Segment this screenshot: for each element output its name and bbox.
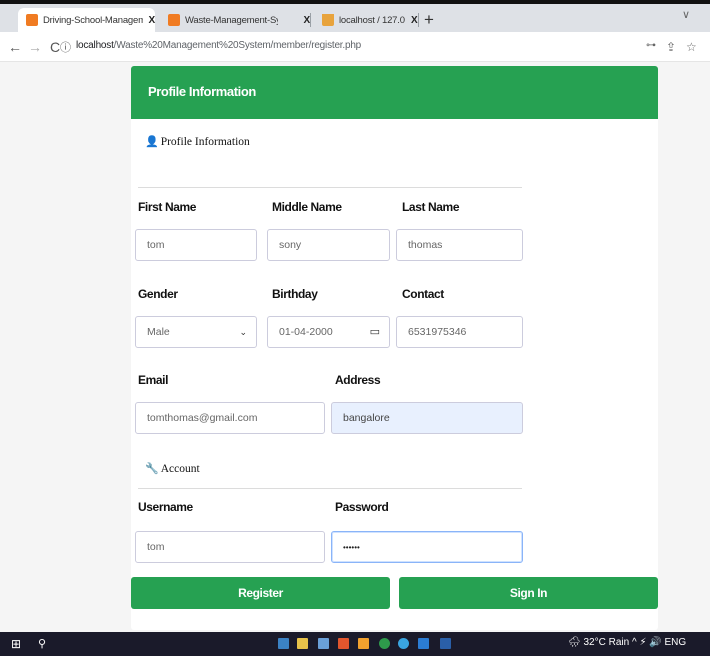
username-label: Username [138, 500, 193, 514]
last-name-value: thomas [408, 239, 443, 251]
address-toolbar: ← → C ⓘ localhost/Waste%20Management%20S… [0, 32, 710, 62]
wrench-icon: 🔧 [145, 463, 159, 475]
birthday-value: 01-04-2000 [279, 326, 333, 338]
last-name-label: Last Name [402, 200, 460, 214]
chrome-icon[interactable] [379, 638, 390, 649]
email-value: tomthomas@gmail.com [147, 412, 258, 424]
windows-start-icon[interactable]: ⊞ [11, 637, 21, 651]
account-section-label: Account [160, 462, 200, 475]
url-path: /Waste%20Management%20System/member/regi… [113, 40, 362, 51]
browser-tab-phpmyadmin[interactable]: localhost / 127.0.0.1 / waste_ma X [314, 8, 419, 32]
tab-title: localhost / 127.0.0.1 / waste_ma [339, 14, 405, 26]
bookmark-star-icon[interactable]: ☆ [686, 40, 697, 54]
gender-label: Gender [138, 287, 178, 301]
first-name-value: tom [147, 239, 165, 251]
url-field[interactable]: localhost/Waste%20Management%20System/me… [76, 40, 361, 51]
back-arrow-icon[interactable]: ← [8, 39, 22, 55]
account-divider [138, 488, 522, 489]
first-name-label: First Name [138, 200, 197, 214]
browser-tab-strip: Driving-School-Management-Sy X Waste-Man… [0, 0, 710, 32]
birthday-date-input[interactable]: 01-04-2000 ▭ [267, 316, 390, 348]
contact-value: 6531975346 [408, 326, 467, 338]
tab-favicon-icon [168, 14, 180, 26]
weather-icon[interactable]: 🌧 [568, 637, 581, 648]
middle-name-label: Middle Name [272, 200, 342, 214]
taskbar-app-icon[interactable] [358, 638, 369, 649]
contact-input[interactable]: 6531975346 [396, 316, 523, 348]
email-label: Email [138, 373, 169, 387]
word-icon[interactable] [440, 638, 451, 649]
taskbar-app-icon[interactable] [318, 638, 329, 649]
browser-tab-waste-management[interactable]: Waste-Management-System X [160, 8, 311, 32]
first-name-input[interactable]: tom [135, 229, 257, 261]
windows-taskbar: ⊞ ⚲ 🌧 32°C Rain ^ ⚡ 🔊 ENG [0, 632, 710, 656]
forward-arrow-icon[interactable]: → [28, 39, 42, 55]
card-header-title: Profile Information [148, 84, 256, 99]
address-value: bangalore [343, 412, 390, 424]
gender-select[interactable]: Male ⌄ [135, 316, 257, 348]
middle-name-value: sony [279, 239, 302, 251]
weather-text[interactable]: 32°C Rain [583, 637, 629, 648]
url-host: localhost [76, 40, 114, 51]
vscode-icon[interactable] [418, 638, 429, 649]
tab-favicon-icon [26, 14, 38, 26]
page-background: Profile Information 👤 Profile Informatio… [0, 62, 710, 632]
password-value: •••••• [343, 542, 360, 552]
card-header: Profile Information [131, 66, 658, 119]
taskbar-app-icon[interactable] [338, 638, 349, 649]
address-label: Address [335, 373, 381, 387]
password-key-icon[interactable]: ⊶ [646, 40, 656, 51]
user-icon: 👤 [145, 136, 159, 148]
section-divider [138, 187, 522, 188]
tab-title: Waste-Management-System [185, 14, 278, 26]
new-tab-button[interactable]: + [424, 10, 434, 30]
username-input[interactable]: tom [135, 531, 325, 563]
tab-close-icon[interactable]: X [149, 15, 156, 26]
register-button[interactable]: Register [131, 577, 390, 609]
birthday-label: Birthday [272, 287, 318, 301]
calendar-icon[interactable]: ▭ [370, 325, 380, 338]
profile-section-label: Profile Information [160, 135, 250, 148]
contact-label: Contact [402, 287, 444, 301]
sign-in-button[interactable]: Sign In [399, 577, 658, 609]
username-value: tom [147, 541, 165, 553]
last-name-input[interactable]: thomas [396, 229, 523, 261]
gender-selected-value: Male [147, 326, 170, 338]
profile-section-title: 👤 Profile Information [145, 135, 250, 149]
account-section-title: 🔧 Account [145, 462, 200, 476]
file-explorer-icon[interactable] [278, 638, 289, 649]
tray-icons[interactable]: ^ ⚡ 🔊 ENG [632, 637, 686, 648]
tab-title: Driving-School-Management-Sy [43, 14, 143, 26]
tab-search-chevron-icon[interactable]: ∨ [682, 8, 690, 21]
search-icon[interactable]: ⚲ [38, 637, 46, 650]
email-input[interactable]: tomthomas@gmail.com [135, 402, 325, 434]
tab-favicon-icon [322, 14, 334, 26]
system-tray: 🌧 32°C Rain ^ ⚡ 🔊 ENG [568, 637, 686, 648]
registration-card: Profile Information 👤 Profile Informatio… [131, 66, 658, 630]
share-icon[interactable]: ⇪ [666, 40, 676, 54]
site-info-icon[interactable]: ⓘ [60, 39, 71, 55]
tab-close-icon[interactable]: X [411, 15, 418, 26]
taskbar-app-icon[interactable] [398, 638, 409, 649]
taskbar-app-icon[interactable] [297, 638, 308, 649]
middle-name-input[interactable]: sony [267, 229, 390, 261]
password-label: Password [335, 500, 389, 514]
address-input[interactable]: bangalore [331, 402, 523, 434]
browser-tab-driving-school[interactable]: Driving-School-Management-Sy X [18, 8, 155, 32]
chevron-down-icon: ⌄ [239, 327, 247, 337]
password-input[interactable]: •••••• [331, 531, 523, 563]
